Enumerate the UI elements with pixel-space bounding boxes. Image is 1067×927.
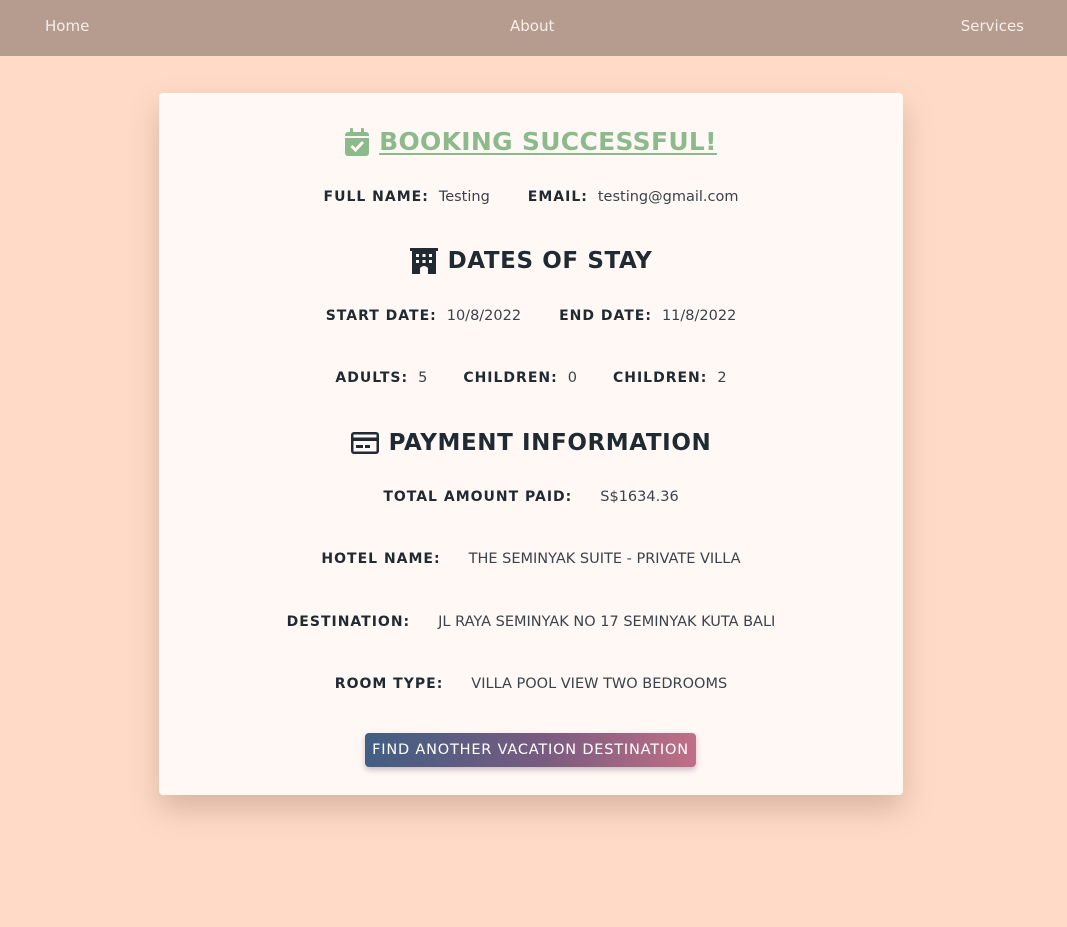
start-date-value: 10/8/2022 xyxy=(446,308,522,324)
total-paid-row: TOTAL AMOUNT PAID: S$1634.36 xyxy=(159,489,903,505)
guest-count-row: ADULTS: 5 CHILDREN: 0 CHILDREN: 2 xyxy=(159,370,903,386)
dates-of-stay-heading: DATES OF STAY xyxy=(159,248,903,274)
top-navbar: Home About Services xyxy=(0,0,1067,56)
destination-label: DESTINATION: xyxy=(286,614,411,630)
adults-value: 5 xyxy=(418,370,428,386)
total-paid-label: TOTAL AMOUNT PAID: xyxy=(383,489,573,505)
booking-success-title: BOOKING SUCCESSFUL! xyxy=(379,127,717,156)
children-label-second: CHILDREN: xyxy=(612,370,708,386)
booking-success-heading: BOOKING SUCCESSFUL! xyxy=(159,127,903,156)
email-value: testing@gmail.com xyxy=(597,189,739,205)
start-date-label: START DATE: xyxy=(325,308,437,324)
children-label: CHILDREN: xyxy=(463,370,558,386)
nav-link-services[interactable]: Services xyxy=(961,17,1024,35)
payment-info-heading: PAYMENT INFORMATION xyxy=(159,430,903,456)
email-label: EMAIL: xyxy=(527,189,588,205)
booking-confirmation-card: BOOKING SUCCESSFUL! FULL NAME: Testing E… xyxy=(159,93,903,795)
calendar-check-icon xyxy=(345,127,370,156)
room-type-value: VILLA POOL VIEW TWO BEDROOMS xyxy=(471,676,728,692)
adults-label: ADULTS: xyxy=(335,370,409,386)
children-value: 0 xyxy=(567,370,577,386)
end-date-label: END DATE: xyxy=(559,308,652,324)
nav-link-about[interactable]: About xyxy=(510,17,554,35)
destination-row: DESTINATION: JL RAYA SEMINYAK NO 17 SEMI… xyxy=(159,614,903,630)
find-another-destination-button[interactable]: FIND ANOTHER VACATION DESTINATION xyxy=(365,733,696,767)
room-type-row: ROOM TYPE: VILLA POOL VIEW TWO BEDROOMS xyxy=(159,676,903,692)
hotel-name-row: HOTEL NAME: THE SEMINYAK SUITE - PRIVATE… xyxy=(159,551,903,567)
nav-link-home[interactable]: Home xyxy=(45,17,89,35)
credit-card-icon xyxy=(350,432,379,454)
total-paid-value: S$1634.36 xyxy=(600,489,679,505)
hotel-name-value: THE SEMINYAK SUITE - PRIVATE VILLA xyxy=(468,551,741,567)
destination-value: JL RAYA SEMINYAK NO 17 SEMINYAK KUTA BAL… xyxy=(438,614,776,630)
end-date-value: 11/8/2022 xyxy=(661,308,737,324)
payment-info-title: PAYMENT INFORMATION xyxy=(388,430,712,456)
room-type-label: ROOM TYPE: xyxy=(334,676,444,692)
dates-of-stay-title: DATES OF STAY xyxy=(447,248,653,274)
full-name-label: FULL NAME: xyxy=(323,189,429,205)
stay-dates-row: START DATE: 10/8/2022 END DATE: 11/8/202… xyxy=(159,308,903,324)
guest-info-row: FULL NAME: Testing EMAIL: testing@gmail.… xyxy=(159,189,903,205)
children-value-second: 2 xyxy=(717,370,727,386)
hotel-icon xyxy=(409,248,438,274)
hotel-name-label: HOTEL NAME: xyxy=(321,551,441,567)
full-name-value: Testing xyxy=(438,189,490,205)
